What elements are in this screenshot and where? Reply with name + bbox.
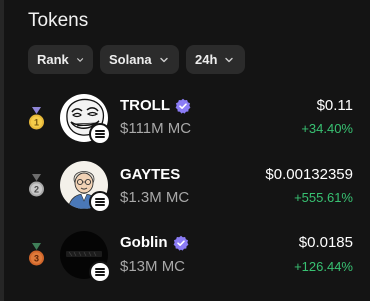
chevron-down-icon [76, 57, 83, 62]
verified-badge-icon [173, 235, 188, 251]
medal-rank-label: 1 [34, 118, 39, 128]
token-name: TROLL [120, 97, 191, 114]
tokens-panel: Tokens Rank Solana 24h 1 TROLL $111M MC … [10, 0, 370, 301]
verified-badge-icon [175, 98, 191, 114]
filter-bar: Rank Solana 24h [28, 45, 245, 74]
timeframe-dropdown[interactable]: 24h [186, 45, 245, 74]
market-cap: $1.3M MC [120, 189, 190, 206]
platform-badge-icon [89, 261, 111, 283]
token-name-text: TROLL [120, 97, 170, 114]
gold-medal-icon: 1 [29, 107, 44, 130]
timeframe-dropdown-label: 24h [195, 52, 218, 67]
token-name: Goblin [120, 234, 189, 251]
token-price: $0.0185 [298, 234, 353, 251]
chain-dropdown[interactable]: Solana [100, 45, 179, 74]
price-change: +126.44% [294, 259, 353, 274]
section-title: Tokens [28, 10, 89, 31]
price-change: +555.61% [294, 190, 353, 205]
token-row-goblin[interactable]: 3 Goblin $13M MC $0.0185 +126.44% [10, 226, 370, 292]
left-rail [0, 0, 4, 301]
platform-badge-icon [89, 123, 111, 145]
chevron-down-icon [159, 57, 168, 62]
rank-dropdown[interactable]: Rank [28, 45, 93, 74]
token-name: GAYTES [120, 166, 180, 183]
market-cap: $111M MC [120, 120, 192, 137]
market-cap: $13M MC [120, 258, 186, 275]
token-row-troll[interactable]: 1 TROLL $111M MC $0.11 +34.40% [10, 91, 370, 157]
token-row-gaytes[interactable]: 2 GAYTES $1.3M MC $0.00132359 +555.61% [10, 156, 370, 222]
chain-dropdown-label: Solana [109, 52, 152, 67]
token-name-text: Goblin [120, 234, 168, 251]
token-price: $0.00132359 [265, 166, 353, 183]
medal-rank-label: 2 [34, 185, 39, 195]
silver-medal-icon: 2 [29, 174, 44, 197]
medal-rank-label: 3 [34, 254, 39, 264]
chevron-down-icon [225, 57, 234, 62]
bronze-medal-icon: 3 [29, 243, 44, 266]
rank-dropdown-label: Rank [37, 52, 69, 67]
token-price: $0.11 [316, 97, 353, 114]
price-change: +34.40% [301, 121, 353, 136]
token-name-text: GAYTES [120, 166, 181, 183]
platform-badge-icon [89, 191, 111, 213]
